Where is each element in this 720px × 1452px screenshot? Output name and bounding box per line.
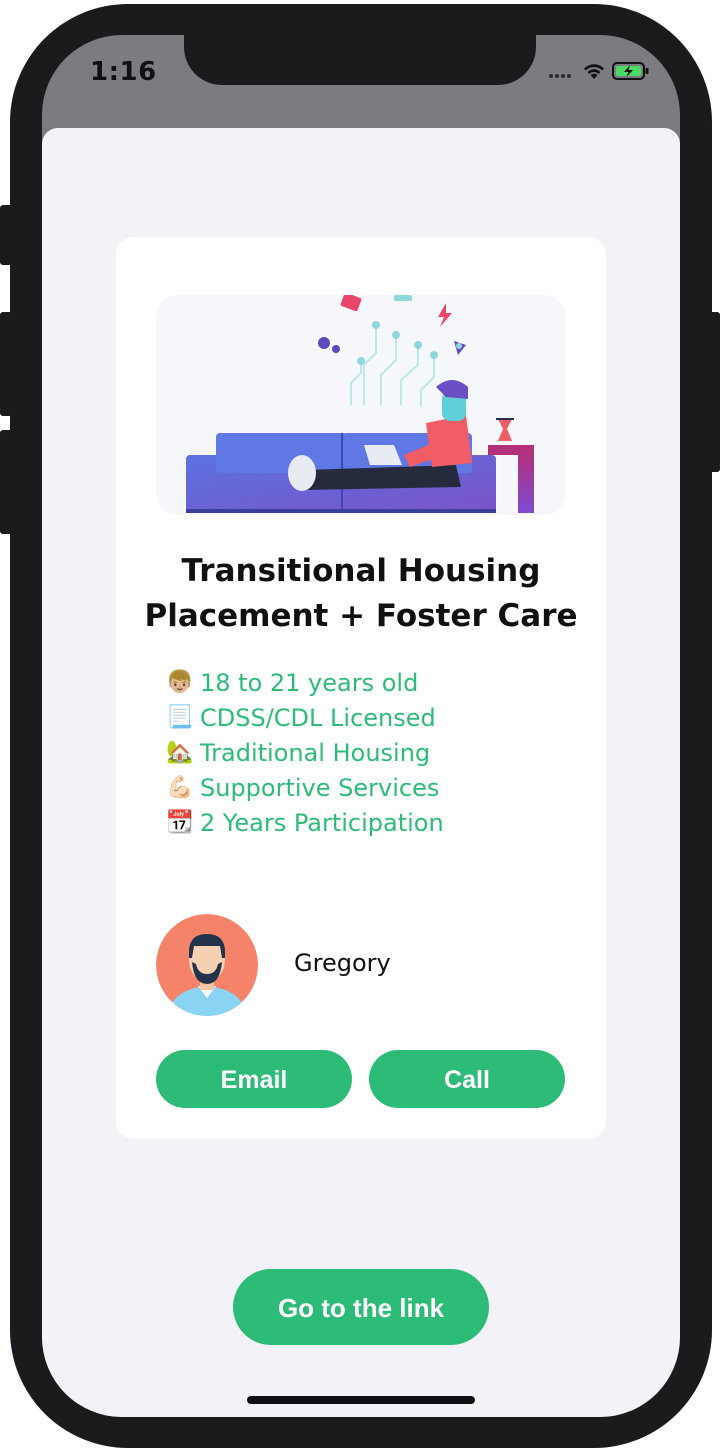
calendar-icon: 📆 — [166, 810, 194, 835]
email-button[interactable]: Email — [156, 1050, 352, 1108]
status-time: 1:16 — [90, 57, 157, 87]
volume-up-button — [0, 312, 12, 416]
person-on-couch-illustration — [156, 295, 566, 515]
feature-list: 👦🏼 18 to 21 years old 📃 CDSS/CDL License… — [166, 665, 444, 840]
power-button — [708, 312, 720, 472]
feature-item: 📃 CDSS/CDL Licensed — [166, 700, 444, 735]
feature-label: CDSS/CDL Licensed — [200, 703, 436, 732]
wifi-icon — [582, 61, 606, 85]
program-title: Transitional Housing Placement + Foster … — [116, 549, 606, 639]
home-indicator — [247, 1396, 475, 1404]
go-to-link-button[interactable]: Go to the link — [233, 1269, 489, 1345]
program-card: Transitional Housing Placement + Foster … — [116, 237, 606, 1139]
document-icon: 📃 — [166, 705, 194, 730]
signal-icon — [548, 64, 576, 83]
feature-label: 2 Years Participation — [200, 808, 444, 837]
feature-label: 18 to 21 years old — [200, 668, 419, 697]
boy-icon: 👦🏼 — [166, 670, 194, 695]
volume-down-button — [0, 430, 12, 534]
status-icons — [548, 61, 650, 85]
call-button[interactable]: Call — [369, 1050, 565, 1108]
battery-charging-icon — [612, 61, 650, 85]
feature-item: 📆 2 Years Participation — [166, 805, 444, 840]
feature-item: 👦🏼 18 to 21 years old — [166, 665, 444, 700]
feature-label: Traditional Housing — [200, 738, 431, 767]
house-icon: 🏡 — [166, 740, 194, 765]
feature-item: 🏡 Traditional Housing — [166, 735, 444, 770]
flexed-biceps-icon: 💪🏻 — [166, 775, 194, 800]
contact-avatar — [156, 914, 258, 1016]
mute-switch — [0, 205, 12, 265]
device-screen: 1:16 Transitional Housing Placement + Fo… — [42, 35, 680, 1417]
notch — [184, 35, 536, 85]
feature-item: 💪🏻 Supportive Services — [166, 770, 444, 805]
program-title-line-1: Transitional Housing — [181, 553, 541, 589]
program-title-line-2: Placement + Foster Care — [144, 598, 578, 634]
contact-name: Gregory — [294, 949, 391, 977]
feature-label: Supportive Services — [200, 773, 440, 802]
modal-sheet: Transitional Housing Placement + Foster … — [42, 128, 680, 1417]
